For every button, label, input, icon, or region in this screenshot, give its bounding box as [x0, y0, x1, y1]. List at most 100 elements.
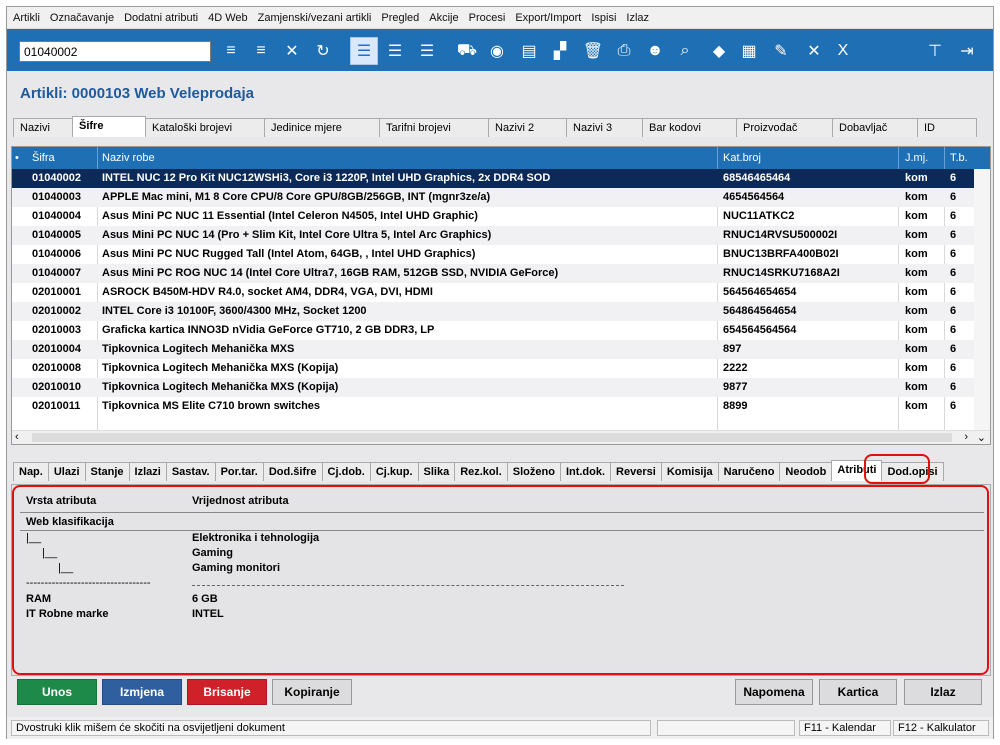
view-dense-icon[interactable]: ☰: [413, 37, 441, 65]
scroll-left-icon[interactable]: ‹: [15, 431, 19, 443]
atributi-highlight-frame: [864, 454, 930, 484]
unos-button[interactable]: Unos: [17, 679, 97, 705]
tab-cjdob[interactable]: Cj.dob.: [321, 462, 371, 481]
table-row[interactable]: 01040005 Asus Mini PC NUC 14 (Pro + Slim …: [12, 226, 974, 245]
tab-nazivi[interactable]: Nazivi: [13, 118, 73, 137]
scroll-right-icon[interactable]: ›: [964, 431, 968, 443]
tab-nazivi3[interactable]: Nazivi 3: [566, 118, 643, 137]
table-row[interactable]: 02010010 Tipkovnica Logitech Mehanička MX…: [12, 378, 974, 397]
list-delete-icon[interactable]: ✕: [278, 37, 306, 65]
status-f11[interactable]: F11 - Kalendar: [799, 720, 891, 736]
menu-akcije[interactable]: Akcije: [429, 12, 458, 24]
header-tb[interactable]: T.b.: [950, 152, 968, 164]
menu-oznacavanje[interactable]: Označavanje: [50, 12, 114, 24]
table-row[interactable]: 01040003 APPLE Mac mini, M1 8 Core CPU/8 …: [12, 188, 974, 207]
menu-export-import[interactable]: Export/Import: [515, 12, 581, 24]
table-row[interactable]: 01040004 Asus Mini PC NUC 11 Essential (I…: [12, 207, 974, 226]
scroll-down-icon[interactable]: ⌄: [977, 431, 986, 444]
tab-jedinice[interactable]: Jedinice mjere: [264, 118, 380, 137]
table-row[interactable]: 02010003 Graficka kartica INNO3D nVidia G…: [12, 321, 974, 340]
list-forward-icon[interactable]: ≡: [247, 37, 275, 65]
status-f12[interactable]: F12 - Kalkulator: [893, 720, 989, 736]
article-code-input[interactable]: [19, 41, 211, 62]
tab-sifre[interactable]: Šifre: [72, 116, 146, 137]
list-refresh-icon[interactable]: ↻: [309, 37, 337, 65]
pin-icon[interactable]: ✎: [767, 37, 795, 65]
camera-icon[interactable]: ◉: [483, 37, 511, 65]
signpost-icon[interactable]: ⊤: [921, 37, 949, 65]
menu-izlaz[interactable]: Izlaz: [626, 12, 649, 24]
table-row[interactable]: 02010008 Tipkovnica Logitech Mehanička MX…: [12, 359, 974, 378]
tab-naruceno[interactable]: Naručeno: [717, 462, 781, 481]
search-icon[interactable]: ⌕: [671, 37, 699, 65]
tab-portar[interactable]: Por.tar.: [214, 462, 264, 481]
vertical-scrollbar[interactable]: [974, 169, 990, 432]
tab-stanje[interactable]: Stanje: [84, 462, 130, 481]
menu-zamjenski[interactable]: Zamjenski/vezani artikli: [258, 12, 372, 24]
tab-proizvodac[interactable]: Proizvođač: [736, 118, 833, 137]
tab-intdok[interactable]: Int.dok.: [559, 462, 612, 481]
hierarchy-icon[interactable]: ▞: [546, 37, 574, 65]
close-box-icon[interactable]: ✕: [800, 37, 828, 65]
menu-4d-web[interactable]: 4D Web: [208, 12, 248, 24]
cell-katbroj: RNUC14SRKU7168A2I: [723, 267, 840, 279]
table-row[interactable]: 02010002 INTEL Core i3 10100F, 3600/4300 …: [12, 302, 974, 321]
table-row[interactable]: 01040002 INTEL NUC 12 Pro Kit NUC12WSHi3,…: [12, 169, 974, 188]
tab-slika[interactable]: Slika: [417, 462, 456, 481]
header-sifra[interactable]: Šifra: [32, 152, 55, 164]
tab-neodob[interactable]: Neodob: [779, 462, 833, 481]
top-tabs: Nazivi Šifre Kataloški brojevi Jedinice …: [13, 116, 977, 138]
cell-tb: 6: [950, 305, 957, 317]
table-row[interactable]: 02010004 Tipkovnica Logitech Mehanička MX…: [12, 340, 974, 359]
menu-pregled[interactable]: Pregled: [381, 12, 419, 24]
tab-cjkup[interactable]: Cj.kup.: [369, 462, 419, 481]
menu-procesi[interactable]: Procesi: [469, 12, 506, 24]
table-row[interactable]: 01040006 Asus Mini PC NUC Rugged Tall (In…: [12, 245, 974, 264]
tab-komisija[interactable]: Komisija: [660, 462, 719, 481]
excel-icon[interactable]: X: [829, 37, 857, 65]
tab-ulazi[interactable]: Ulazi: [47, 462, 86, 481]
printer-icon[interactable]: ⎙: [610, 37, 638, 65]
view-compact-icon[interactable]: ☰: [381, 37, 409, 65]
header-jmj[interactable]: J.mj.: [905, 152, 928, 164]
izlaz-button[interactable]: Izlaz: [904, 679, 982, 705]
tag-icon[interactable]: ◆: [705, 37, 733, 65]
napomena-button[interactable]: Napomena: [735, 679, 813, 705]
header-katbroj[interactable]: Kat.broj: [723, 152, 761, 164]
kopiranje-button[interactable]: Kopiranje: [272, 679, 352, 705]
tab-id[interactable]: ID: [917, 118, 977, 137]
tab-slozeno[interactable]: Složeno: [506, 462, 561, 481]
tab-rezkol[interactable]: Rez.kol.: [454, 462, 508, 481]
tab-dodsifre[interactable]: Dod.šifre: [262, 462, 323, 481]
cell-naziv: Tipkovnica MS Elite C710 brown switches: [102, 400, 321, 412]
trash-icon[interactable]: 🗑: [579, 37, 607, 65]
tab-izlazi[interactable]: Izlazi: [128, 462, 167, 481]
table-row[interactable]: 02010011 Tipkovnica MS Elite C710 brown s…: [12, 397, 974, 416]
note-icon[interactable]: ▦: [735, 37, 763, 65]
kartica-button[interactable]: Kartica: [819, 679, 897, 705]
brisanje-button[interactable]: Brisanje: [187, 679, 267, 705]
tab-nazivi2[interactable]: Nazivi 2: [488, 118, 567, 137]
menu-dodatni-atributi[interactable]: Dodatni atributi: [124, 12, 198, 24]
document-icon[interactable]: ▤: [515, 37, 543, 65]
horizontal-scrollbar[interactable]: ‹ › ⌄: [12, 430, 990, 444]
exit-icon[interactable]: ⇥: [953, 37, 981, 65]
tab-tarifni[interactable]: Tarifni brojevi: [379, 118, 489, 137]
tab-nap[interactable]: Nap.: [13, 462, 49, 481]
header-naziv[interactable]: Naziv robe: [102, 152, 155, 164]
users-icon[interactable]: ☻: [641, 37, 669, 65]
tab-sastav[interactable]: Sastav.: [165, 462, 216, 481]
cart-icon[interactable]: ⛟: [453, 37, 481, 65]
tab-barkod[interactable]: Bar kodovi: [642, 118, 737, 137]
tab-katalog[interactable]: Kataloški brojevi: [145, 118, 265, 137]
table-row[interactable]: 01040007 Asus Mini PC ROG NUC 14 (Intel C…: [12, 264, 974, 283]
tab-dobavljac[interactable]: Dobavljač: [832, 118, 918, 137]
izmjena-button[interactable]: Izmjena: [102, 679, 182, 705]
cell-katbroj: BNUC13BRFA400B02I: [723, 248, 839, 260]
view-list-icon[interactable]: ☰: [350, 37, 378, 65]
menu-ispisi[interactable]: Ispisi: [591, 12, 616, 24]
menu-artikli[interactable]: Artikli: [13, 12, 40, 24]
tab-reversi[interactable]: Reversi: [610, 462, 662, 481]
list-arrow-icon[interactable]: ≡: [217, 37, 245, 65]
table-row[interactable]: 02010001 ASROCK B450M-HDV R4.0, socket AM…: [12, 283, 974, 302]
